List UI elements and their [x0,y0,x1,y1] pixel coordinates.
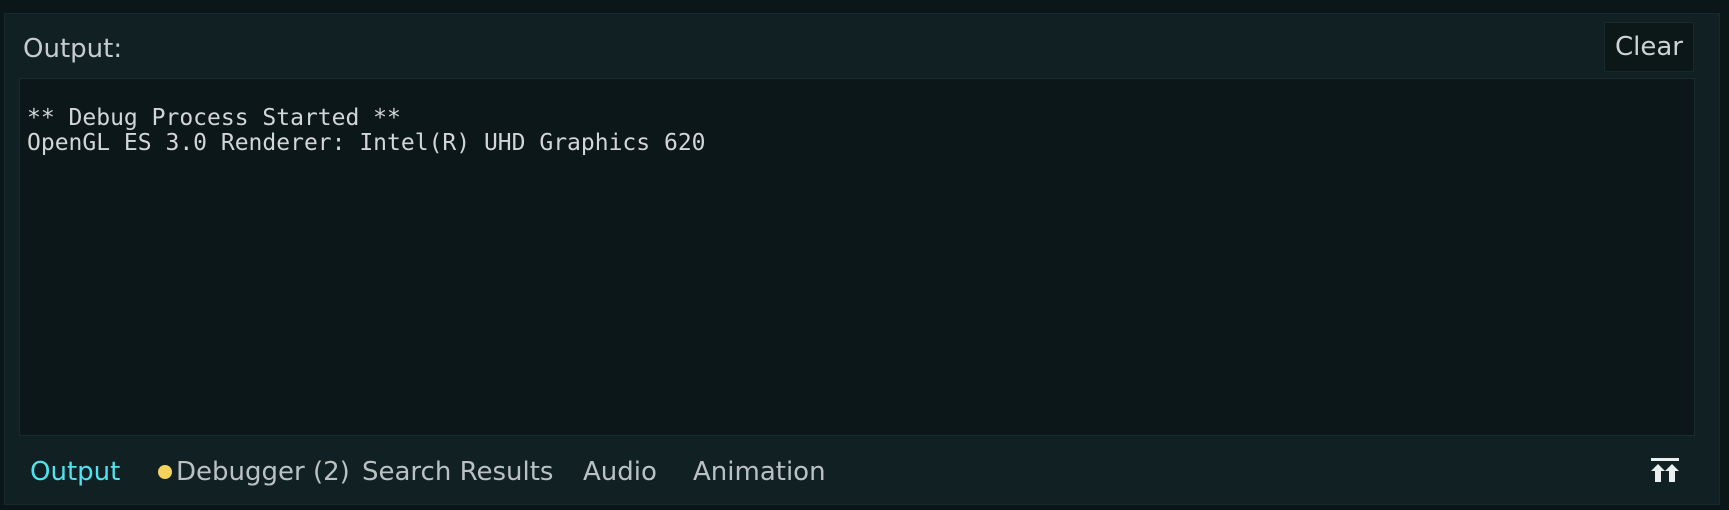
expand-panel-icon [1651,458,1679,482]
expand-panel-button[interactable] [1645,455,1685,487]
clear-button[interactable]: Clear [1604,22,1694,72]
console-line: ** Debug Process Started ** [27,105,401,131]
tab-search-results[interactable]: Search Results [362,452,583,492]
tab-audio[interactable]: Audio [583,452,693,492]
status-dot-icon [158,465,172,479]
tab-debugger[interactable]: Debugger (2) [158,452,362,492]
panel-title: Output: [23,34,123,64]
console-line: OpenGL ES 3.0 Renderer: Intel(R) UHD Gra… [27,130,706,156]
output-console[interactable]: ** Debug Process Started ** OpenGL ES 3.… [19,78,1695,436]
tab-debugger-label: Debugger (2) [176,457,350,487]
bottom-tab-bar: Output Debugger (2) Search Results Audio… [30,452,843,492]
tab-animation[interactable]: Animation [693,452,843,492]
tab-output[interactable]: Output [30,452,158,492]
